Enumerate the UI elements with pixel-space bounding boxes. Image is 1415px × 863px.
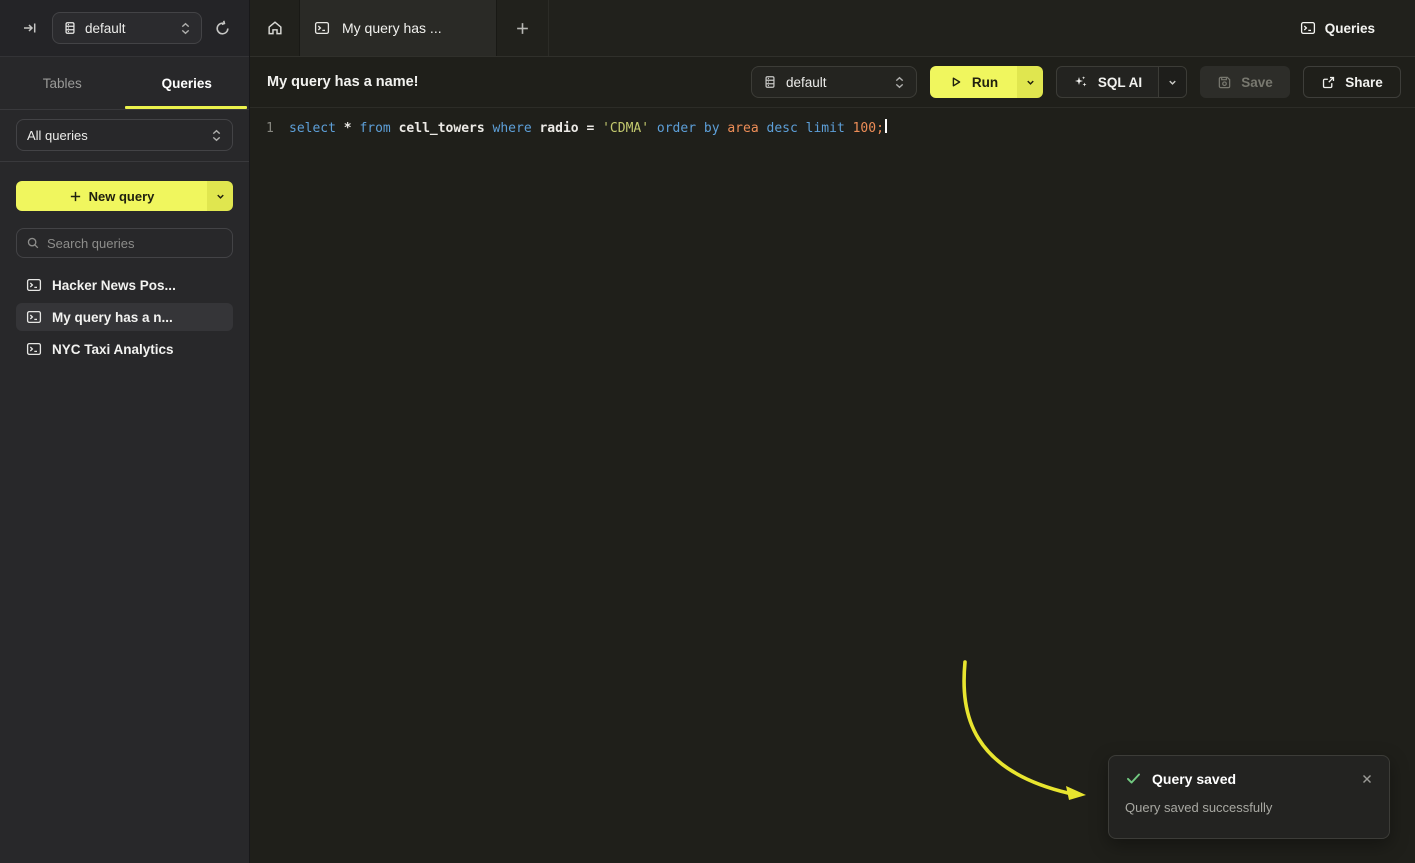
query-filter-value: All queries xyxy=(27,128,203,143)
sidebar-topbar: default xyxy=(0,0,249,57)
search-queries-input[interactable] xyxy=(47,236,223,251)
share-button[interactable]: Share xyxy=(1303,66,1401,98)
editor-tab-label: My query has ... xyxy=(342,20,442,36)
toast-query-saved: Query saved Query saved successfully xyxy=(1108,755,1390,839)
close-icon xyxy=(1361,773,1373,785)
terminal-icon xyxy=(26,277,42,293)
collapse-sidebar-button[interactable] xyxy=(18,16,42,40)
query-item-label: My query has a n... xyxy=(52,310,173,325)
collapse-sidebar-icon xyxy=(22,20,38,36)
sql-editor[interactable]: 1 select * from cell_towers where radio … xyxy=(250,108,1415,863)
new-query-dropdown-button[interactable] xyxy=(207,181,233,211)
new-query-label: New query xyxy=(89,189,155,204)
run-button[interactable]: Run xyxy=(930,66,1017,98)
play-icon xyxy=(949,75,963,89)
query-toolbar: My query has a name! default xyxy=(250,57,1415,108)
plus-icon xyxy=(69,190,82,203)
terminal-icon xyxy=(26,309,42,325)
chevron-down-icon xyxy=(215,191,226,202)
check-icon xyxy=(1125,770,1142,787)
tab-tables[interactable]: Tables xyxy=(0,57,125,109)
main-database-value: default xyxy=(786,75,885,90)
page-title: My query has a name! xyxy=(267,74,419,90)
sql-ai-button[interactable]: SQL AI xyxy=(1057,67,1158,97)
database-icon xyxy=(763,75,777,89)
query-list: Hacker News Pos... My query has a n... N xyxy=(0,271,249,363)
share-label: Share xyxy=(1345,75,1383,90)
tab-queries[interactable]: Queries xyxy=(125,57,250,109)
chevron-down-icon xyxy=(1025,77,1036,88)
new-tab-button[interactable] xyxy=(497,0,549,56)
sql-ai-options-button[interactable] xyxy=(1158,67,1186,97)
save-icon xyxy=(1217,75,1232,90)
toast-close-button[interactable] xyxy=(1359,771,1375,787)
query-filter-select[interactable]: All queries xyxy=(16,119,233,151)
editor-tabbar: My query has ... Queries xyxy=(250,0,1415,57)
terminal-icon xyxy=(26,341,42,357)
terminal-icon xyxy=(1300,20,1316,36)
line-number: 1 xyxy=(266,119,289,138)
query-filter-section: All queries xyxy=(0,110,249,162)
sidebar-tabs: Tables Queries xyxy=(0,57,249,110)
editor-line: 1 select * from cell_towers where radio … xyxy=(250,119,1415,138)
sql-ai-label: SQL AI xyxy=(1098,75,1142,90)
refresh-button[interactable] xyxy=(210,16,235,41)
toast-message: Query saved successfully xyxy=(1125,800,1375,815)
search-section xyxy=(0,211,249,258)
save-label: Save xyxy=(1241,75,1273,90)
share-icon xyxy=(1321,75,1336,90)
sidebar-database-selector[interactable]: default xyxy=(52,12,202,44)
query-item-label: Hacker News Pos... xyxy=(52,278,176,293)
save-button[interactable]: Save xyxy=(1200,66,1290,98)
sql-code: select * from cell_towers where radio = … xyxy=(289,119,884,138)
refresh-icon xyxy=(214,20,231,37)
search-icon xyxy=(26,236,40,250)
home-icon xyxy=(266,19,284,37)
queries-panel-label: Queries xyxy=(1325,21,1375,36)
toast-title: Query saved xyxy=(1152,771,1349,787)
chevron-down-icon xyxy=(1167,77,1178,88)
main-panel: My query has ... Queries My xyxy=(250,0,1415,863)
tabbar-spacer xyxy=(549,0,1300,56)
app-root: default Tables Queries A xyxy=(0,0,1415,863)
query-list-item[interactable]: Hacker News Pos... xyxy=(16,271,233,299)
sidebar: default Tables Queries A xyxy=(0,0,250,863)
home-button[interactable] xyxy=(250,0,299,56)
text-cursor xyxy=(885,119,887,133)
plus-icon xyxy=(515,21,530,36)
chevron-up-down-icon xyxy=(180,22,191,35)
chevron-up-down-icon xyxy=(211,129,222,142)
terminal-icon xyxy=(314,20,330,36)
run-label: Run xyxy=(972,75,998,90)
main-database-selector[interactable]: default xyxy=(751,66,917,98)
new-query-section: New query xyxy=(0,162,249,211)
sparkles-icon xyxy=(1073,74,1089,90)
sidebar-database-value: default xyxy=(85,21,172,36)
database-icon xyxy=(63,21,77,35)
query-list-item[interactable]: My query has a n... xyxy=(16,303,233,331)
query-item-label: NYC Taxi Analytics xyxy=(52,342,174,357)
queries-panel-toggle[interactable]: Queries xyxy=(1300,0,1415,56)
new-query-button[interactable]: New query xyxy=(16,181,207,211)
editor-tab[interactable]: My query has ... xyxy=(299,0,497,56)
query-list-item[interactable]: NYC Taxi Analytics xyxy=(16,335,233,363)
chevron-up-down-icon xyxy=(894,76,905,89)
run-options-button[interactable] xyxy=(1017,66,1043,98)
